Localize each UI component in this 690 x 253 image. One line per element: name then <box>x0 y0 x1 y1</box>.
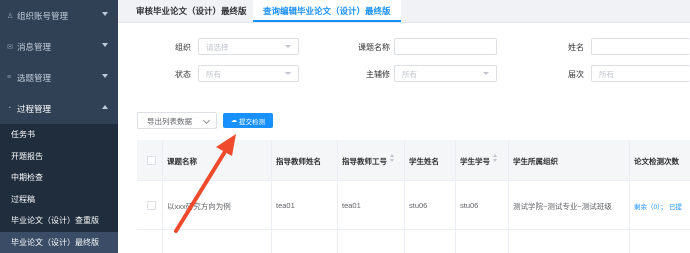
sidebar-item-proposal[interactable]: 开题报告 <box>0 146 118 168</box>
sidebar: ♙ 组织账号管理 ✉ 消息管理 ≡ 选题管理 ◔ 过程管理 任务书 开题报告 中… <box>0 0 118 253</box>
role-select[interactable]: 所有 <box>394 65 497 82</box>
sidebar-item-midterm[interactable]: 中期检查 <box>0 167 118 189</box>
sidebar-group-label: 过程管理 <box>17 103 52 114</box>
submitted-checks-link[interactable]: 已提 <box>669 204 682 211</box>
table-row[interactable]: 以xxx研究方向为例 tea01 tea01 stu06 stu06 测试学院~… <box>137 181 690 230</box>
org-icon: ♙ <box>7 12 14 20</box>
sort-icon[interactable] <box>390 153 395 163</box>
process-submenu: 任务书 开题报告 中期检查 过程稿 毕业论文（设计）查重版 毕业论文（设计）最终… <box>0 124 118 253</box>
column-header-label: 学生学号 <box>460 157 490 166</box>
status-select-placeholder: 所有 <box>206 70 221 79</box>
sidebar-group-org-account[interactable]: ♙ 组织账号管理 <box>0 0 118 31</box>
chevron-down-icon <box>285 45 291 48</box>
submit-check-button[interactable]: ☁ 提交检测 <box>223 113 273 128</box>
cell-check-count: 剩余（0）； 已提 <box>634 201 682 211</box>
tab-query-edit-final[interactable]: 查询编辑毕业论文（设计）最终版 <box>253 0 401 22</box>
column-divider <box>629 140 630 253</box>
column-divider <box>337 140 338 253</box>
column-header-student-name: 学生姓名 <box>409 157 439 166</box>
sidebar-item-thesis-final[interactable]: 毕业论文（设计）最终版 <box>0 231 118 253</box>
cell-student-name: stu06 <box>409 201 428 210</box>
column-header-teacher-id[interactable]: 指导教师工号 <box>342 153 395 167</box>
column-divider <box>162 140 163 253</box>
status-filter-label: 状态 <box>175 70 191 79</box>
org-select[interactable]: 请选择 <box>198 38 299 55</box>
column-header-student-id[interactable]: 学生学号 <box>460 153 498 167</box>
cell-teacher-id: tea01 <box>342 201 361 210</box>
title-filter-label: 课题名称 <box>358 43 390 52</box>
sort-icon[interactable] <box>493 153 498 163</box>
chevron-down-icon <box>102 74 108 78</box>
tab-bar: 审核毕业论文（设计）最终版 查询编辑毕业论文（设计）最终版 <box>118 0 690 23</box>
cell-teacher-name: tea01 <box>276 201 295 210</box>
chevron-up-icon <box>102 105 108 109</box>
column-divider <box>455 140 456 253</box>
sidebar-group-label: 选题管理 <box>17 72 52 83</box>
process-icon: ◔ <box>7 105 12 112</box>
chevron-down-icon <box>202 116 211 125</box>
sidebar-item-draft[interactable]: 过程稿 <box>0 189 118 211</box>
table-header: 课题名称 指导教师姓名 指导教师工号 学生姓名 学生学号 学生所属组织 论文检测… <box>137 140 690 181</box>
sidebar-item-thesis-check[interactable]: 毕业论文（设计）查重版 <box>0 210 118 232</box>
column-divider <box>404 140 405 253</box>
sidebar-group-topic[interactable]: ≡ 选题管理 <box>0 62 118 93</box>
tab-review-final[interactable]: 审核毕业论文（设计）最终版 <box>136 0 247 22</box>
status-select[interactable]: 所有 <box>198 65 299 82</box>
org-select-placeholder: 请选择 <box>206 43 229 52</box>
column-divider <box>508 140 509 253</box>
column-header-teacher-name: 指导教师姓名 <box>276 157 321 166</box>
column-header-check-count: 论文检测次数 <box>634 157 679 166</box>
chevron-down-icon <box>102 12 108 16</box>
cell-student-id: stu06 <box>460 201 479 210</box>
select-all-checkbox[interactable] <box>147 156 156 165</box>
chevron-down-icon <box>102 43 108 47</box>
name-input[interactable] <box>591 38 690 55</box>
batch-filter-label: 届次 <box>568 70 584 79</box>
batch-select[interactable]: 所有 <box>591 65 690 82</box>
upload-cloud-icon: ☁ <box>231 118 237 124</box>
export-list-dropdown[interactable]: 导出列表数据 <box>137 112 217 129</box>
column-header-label: 指导教师工号 <box>342 157 387 166</box>
chevron-down-icon <box>285 72 291 75</box>
column-header-student-org: 学生所属组织 <box>513 157 558 166</box>
list-icon: ≡ <box>7 74 12 81</box>
sidebar-group-message[interactable]: ✉ 消息管理 <box>0 31 118 62</box>
chevron-down-icon <box>483 72 489 75</box>
column-divider <box>271 140 272 253</box>
title-input[interactable] <box>394 38 497 55</box>
org-filter-label: 组织 <box>175 43 191 52</box>
thesis-table: 课题名称 指导教师姓名 指导教师工号 学生姓名 学生学号 学生所属组织 论文检测… <box>137 140 690 253</box>
sidebar-group-label: 消息管理 <box>17 41 52 52</box>
sidebar-item-task-book[interactable]: 任务书 <box>0 124 118 146</box>
main-content: 组织 请选择 状态 所有 课题名称 主辅修 所有 姓名 届次 所有 导出列表数据… <box>118 23 690 253</box>
role-filter-label: 主辅修 <box>366 70 390 79</box>
cell-student-org: 测试学院~测试专业~测试班级 <box>513 202 612 211</box>
column-header-title: 课题名称 <box>167 157 197 166</box>
remaining-checks-link[interactable]: 剩余（0）； <box>634 204 667 211</box>
message-icon: ✉ <box>7 43 13 51</box>
sidebar-group-process[interactable]: ◔ 过程管理 <box>0 93 118 124</box>
sidebar-group-label: 组织账号管理 <box>17 10 69 21</box>
submit-check-label: 提交检测 <box>239 118 265 126</box>
batch-select-placeholder: 所有 <box>599 70 614 79</box>
role-select-placeholder: 所有 <box>402 70 417 79</box>
name-filter-label: 姓名 <box>568 43 584 52</box>
cell-title: 以xxx研究方向为例 <box>167 202 231 211</box>
row-checkbox[interactable] <box>147 201 156 210</box>
export-list-label: 导出列表数据 <box>147 117 192 126</box>
